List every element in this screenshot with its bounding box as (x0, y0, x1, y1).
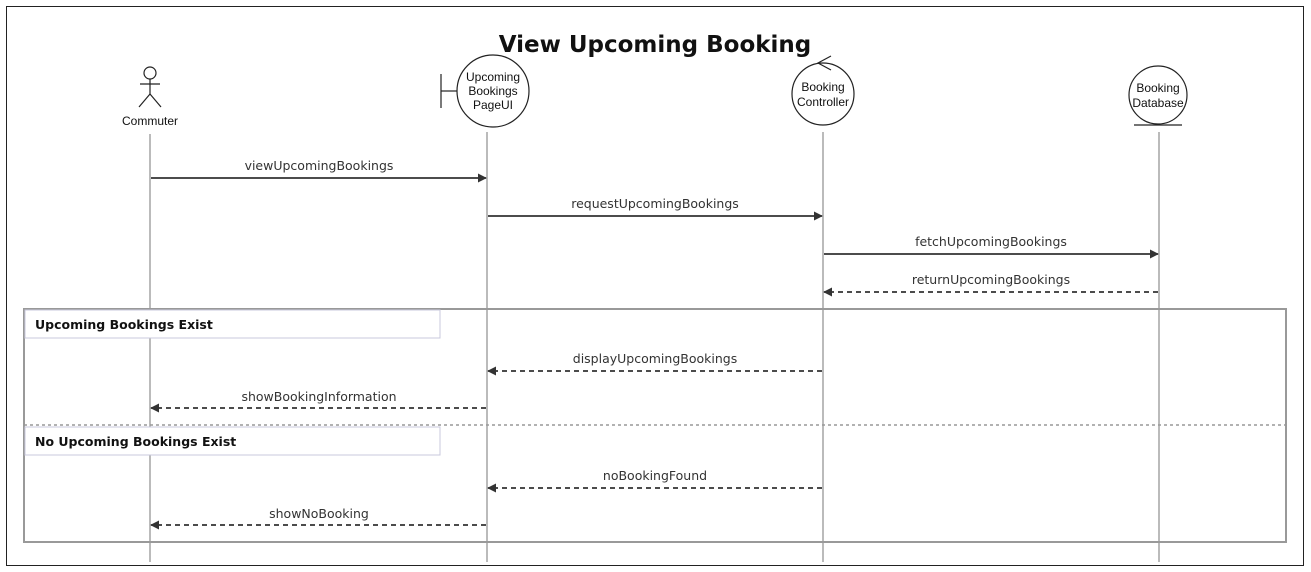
participant-label-line: Bookings (468, 84, 517, 98)
participant-label-line: Booking (801, 80, 844, 94)
diagram-title: View Upcoming Booking (499, 32, 812, 58)
participant-database: Booking Database (1128, 65, 1188, 126)
message: requestUpcomingBookings (488, 196, 823, 221)
message: fetchUpcomingBookings (824, 234, 1159, 259)
message-label: displayUpcomingBookings (573, 351, 737, 366)
participant-label-line: Booking (1136, 81, 1179, 95)
actor-stick-figure-icon (138, 66, 162, 108)
message: viewUpcomingBookings (151, 158, 487, 183)
messages: viewUpcomingBookings requestUpcomingBook… (150, 158, 1159, 530)
participant-page-ui: Upcoming Bookings PageUI (440, 54, 530, 128)
message-label: returnUpcomingBookings (912, 272, 1070, 287)
participant-controller: Booking Controller (791, 55, 855, 126)
message-label: viewUpcomingBookings (245, 158, 394, 173)
participant-label-line: PageUI (473, 98, 513, 112)
message: showNoBooking (150, 506, 486, 530)
participant-commuter: Commuter (122, 66, 178, 128)
message: returnUpcomingBookings (823, 272, 1158, 297)
message-label: showBookingInformation (241, 389, 396, 404)
message-label: requestUpcomingBookings (571, 196, 739, 211)
alt-fragment: Upcoming Bookings Exist No Upcoming Book… (23, 308, 1287, 543)
participant-label-line: Database (1132, 96, 1184, 110)
message-label: fetchUpcomingBookings (915, 234, 1067, 249)
sequence-diagram: View Upcoming Booking Commuter Upcoming … (6, 6, 1304, 566)
guard-condition-none: No Upcoming Bookings Exist (35, 434, 236, 449)
message: displayUpcomingBookings (487, 351, 822, 376)
message: showBookingInformation (150, 389, 486, 413)
message-label: noBookingFound (603, 468, 707, 483)
guard-condition-exist: Upcoming Bookings Exist (35, 317, 213, 332)
participant-label-line: Upcoming (466, 70, 520, 84)
message: noBookingFound (487, 468, 822, 493)
participant-label-line: Controller (797, 95, 849, 109)
message-label: showNoBooking (269, 506, 369, 521)
participant-label: Commuter (122, 114, 178, 128)
